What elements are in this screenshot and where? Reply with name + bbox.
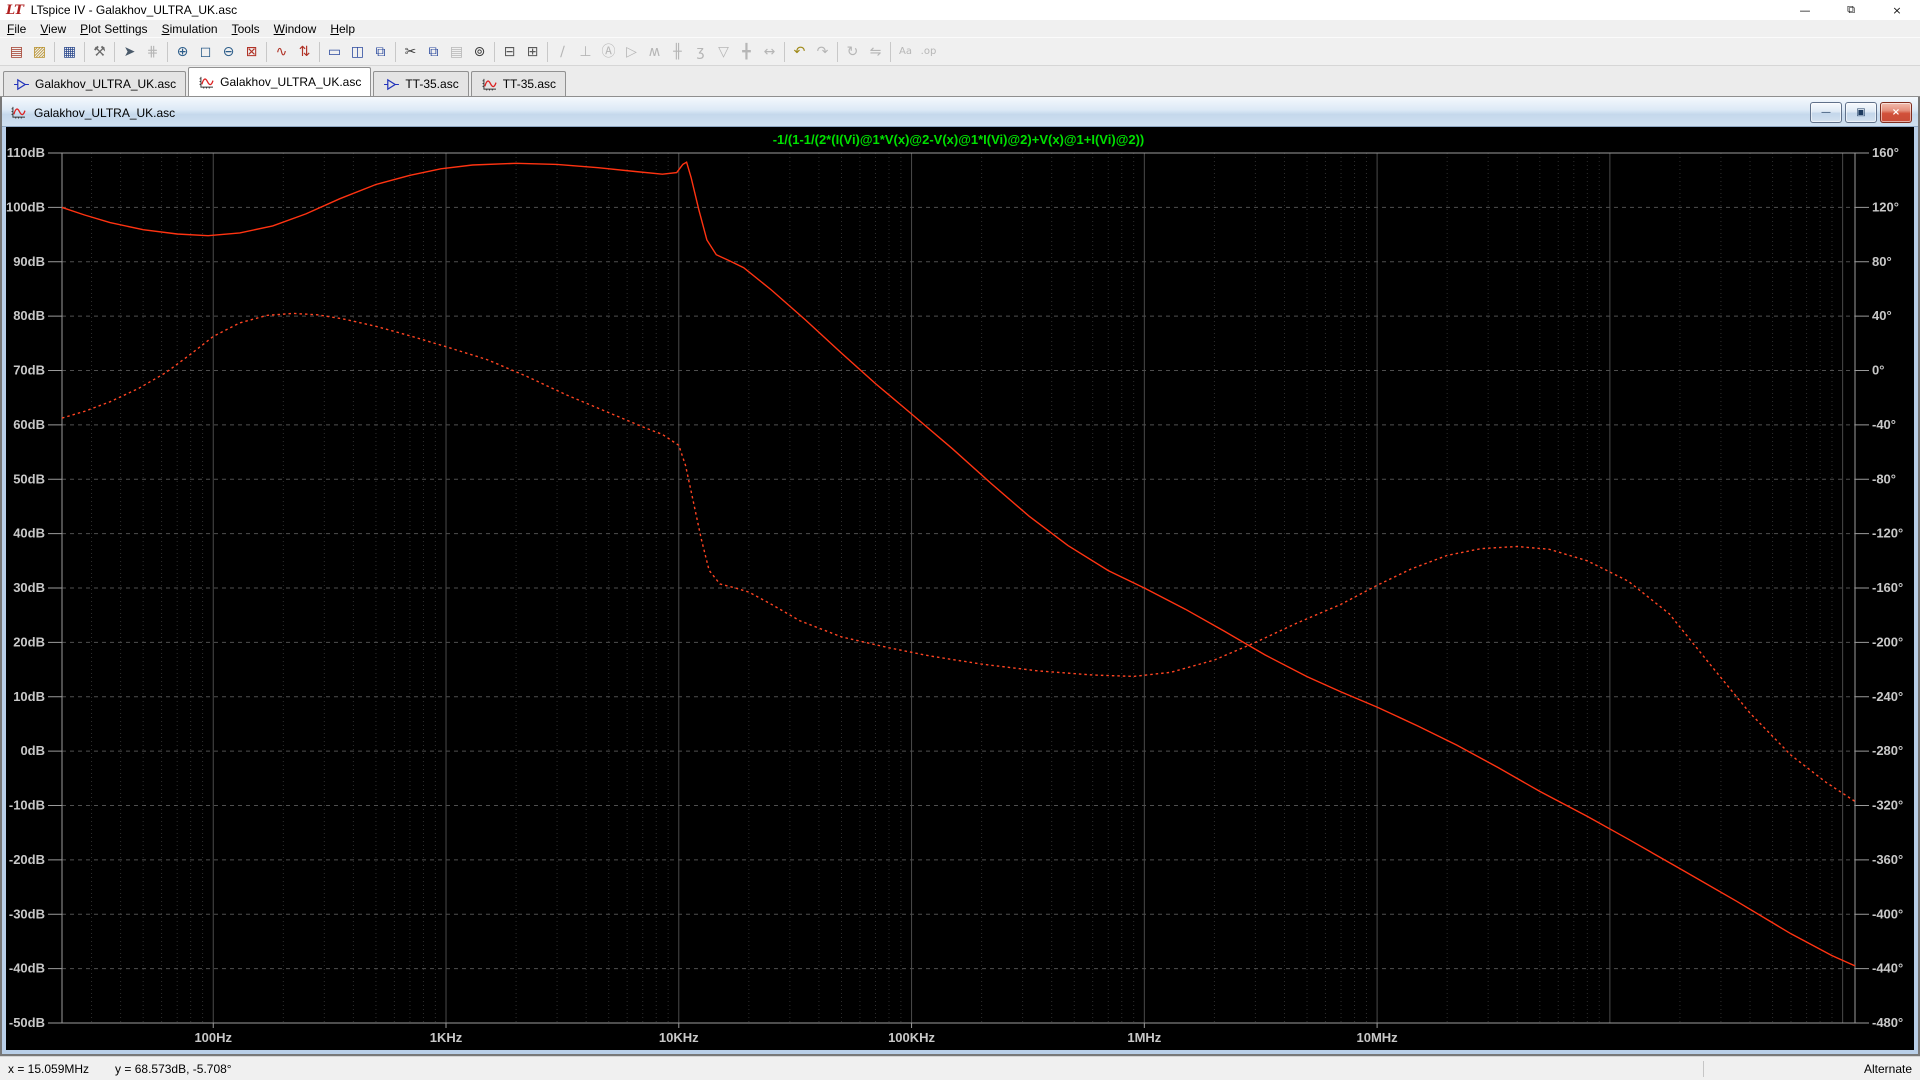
menu-view[interactable]: View [33,21,73,37]
toolbar-separator [167,42,168,62]
waveform-pane[interactable] [6,127,1914,1050]
tab-label: Galakhov_ULTRA_UK.asc [35,77,176,91]
waveform-window: Galakhov_ULTRA_UK.asc — ▣ × [2,97,1918,1054]
tab-galakhov-schematic[interactable]: Galakhov_ULTRA_UK.asc [3,71,186,96]
waveform-icon [10,106,27,119]
control-panel-icon[interactable]: ⚒ [88,41,111,63]
toolbar-separator [494,42,495,62]
minimize-button[interactable]: — [1782,0,1828,20]
menu-window[interactable]: Window [267,21,324,37]
toolbar-separator [837,42,838,62]
pan-icon[interactable]: ⇅ [293,41,316,63]
window-title: LTspice IV - Galakhov_ULTRA_UK.asc [31,3,237,17]
tab-label: TT-35.asc [405,77,458,91]
zoom-full-extents-icon[interactable]: ⊠ [240,41,263,63]
waveform-icon [198,76,215,89]
zoom-out-icon[interactable]: ⊖ [217,41,240,63]
component-icon[interactable]: ▷ [620,41,643,63]
menu-help[interactable]: Help [323,21,362,37]
capacitor-icon[interactable]: ╫ [666,41,689,63]
menu-plot-settings[interactable]: Plot Settings [73,21,154,37]
toolbar-separator [54,42,55,62]
open-file-icon[interactable]: ▨ [28,41,51,63]
paste-icon[interactable]: ▤ [445,41,468,63]
menu-simulation[interactable]: Simulation [155,21,225,37]
cut-icon[interactable]: ✂ [399,41,422,63]
status-bar: x = 15.059MHz y = 68.573dB, -5.708° Alte… [0,1056,1920,1080]
child-minimize-button[interactable]: — [1810,102,1842,123]
diode-icon[interactable]: ▽ [712,41,735,63]
toolbar-separator [547,42,548,62]
waveform-window-titlebar[interactable]: Galakhov_ULTRA_UK.asc — ▣ × [2,97,1918,127]
toolbar-separator [784,42,785,62]
toolbar: ▤▨▦⚒➤⋕⊕◻⊖⊠∿⇅▭◫⧉✂⧉▤⊚⊟⊞∕⊥Ⓐ▷ʍ╫ʒ▽╋↔↶↷↻⇋Aa.op [0,37,1920,66]
status-cursor-x: x = 15.059MHz [8,1062,89,1076]
cascade-windows-icon[interactable]: ⧉ [369,41,392,63]
ltspice-logo-icon: LT [6,4,24,17]
waveform-window-controls: — ▣ × [1810,102,1912,123]
zoom-in-icon[interactable]: ⊕ [171,41,194,63]
window-controls: — ⧉ × [1782,0,1920,20]
tile-horizontal-icon[interactable]: ▭ [323,41,346,63]
toolbar-separator [319,42,320,62]
toolbar-separator [395,42,396,62]
redo-icon[interactable]: ↷ [811,41,834,63]
child-close-button[interactable]: × [1880,102,1912,123]
zoom-box-icon[interactable]: ◻ [194,41,217,63]
titlebar: LT LTspice IV - Galakhov_ULTRA_UK.asc — … [0,0,1920,20]
autorange-y-axis-icon[interactable]: ∿ [270,41,293,63]
trace-title[interactable]: -1/(1-1/(2*(I(Vi)@1*V(x)@2-V(x)@1*I(Vi)@… [62,132,1855,147]
undo-icon[interactable]: ↶ [788,41,811,63]
tab-label: TT-35.asc [503,77,556,91]
menubar: File View Plot Settings Simulation Tools… [0,20,1920,37]
menu-tools[interactable]: Tools [225,21,267,37]
toolbar-separator [114,42,115,62]
rotate-icon[interactable]: ↻ [841,41,864,63]
text-icon[interactable]: Aa [894,41,917,63]
ground-icon[interactable]: ⊥ [574,41,597,63]
schematic-icon [383,78,400,91]
tabbar: Galakhov_ULTRA_UK.asc Galakhov_ULTRA_UK.… [0,66,1920,97]
waveform-window-title: Galakhov_ULTRA_UK.asc [34,106,175,120]
toolbar-separator [84,42,85,62]
waveform-icon [481,78,498,91]
toolbar-separator [266,42,267,62]
tab-label: Galakhov_ULTRA_UK.asc [220,75,361,89]
resistor-icon[interactable]: ʍ [643,41,666,63]
status-cursor-y: y = 68.573dB, -5.708° [115,1062,232,1076]
status-mode: Alternate [1704,1062,1920,1076]
run-simulation-icon[interactable]: ➤ [118,41,141,63]
label-net-icon[interactable]: Ⓐ [597,41,620,63]
mirror-icon[interactable]: ⇋ [864,41,887,63]
inductor-icon[interactable]: ʒ [689,41,712,63]
move-icon[interactable]: ╋ [735,41,758,63]
tab-tt35-waveform[interactable]: TT-35.asc [471,71,566,96]
close-button[interactable]: × [1874,0,1920,20]
maximize-button[interactable]: ⧉ [1828,0,1874,20]
menu-file[interactable]: File [0,21,33,37]
tile-vertical-icon[interactable]: ◫ [346,41,369,63]
print-preview-icon[interactable]: ⊞ [521,41,544,63]
drag-icon[interactable]: ↔ [758,41,781,63]
save-icon[interactable]: ▦ [58,41,81,63]
schematic-icon [13,78,30,91]
copy-icon[interactable]: ⧉ [422,41,445,63]
draw-wire-icon[interactable]: ∕ [551,41,574,63]
print-icon[interactable]: ⊟ [498,41,521,63]
child-restore-button[interactable]: ▣ [1845,102,1877,123]
find-icon[interactable]: ⊚ [468,41,491,63]
tab-tt35-schematic[interactable]: TT-35.asc [373,71,468,96]
new-schematic-icon[interactable]: ▤ [5,41,28,63]
halt-simulation-icon[interactable]: ⋕ [141,41,164,63]
toolbar-separator [890,42,891,62]
tab-galakhov-waveform[interactable]: Galakhov_ULTRA_UK.asc [188,67,371,96]
spice-directive-icon[interactable]: .op [917,41,940,63]
